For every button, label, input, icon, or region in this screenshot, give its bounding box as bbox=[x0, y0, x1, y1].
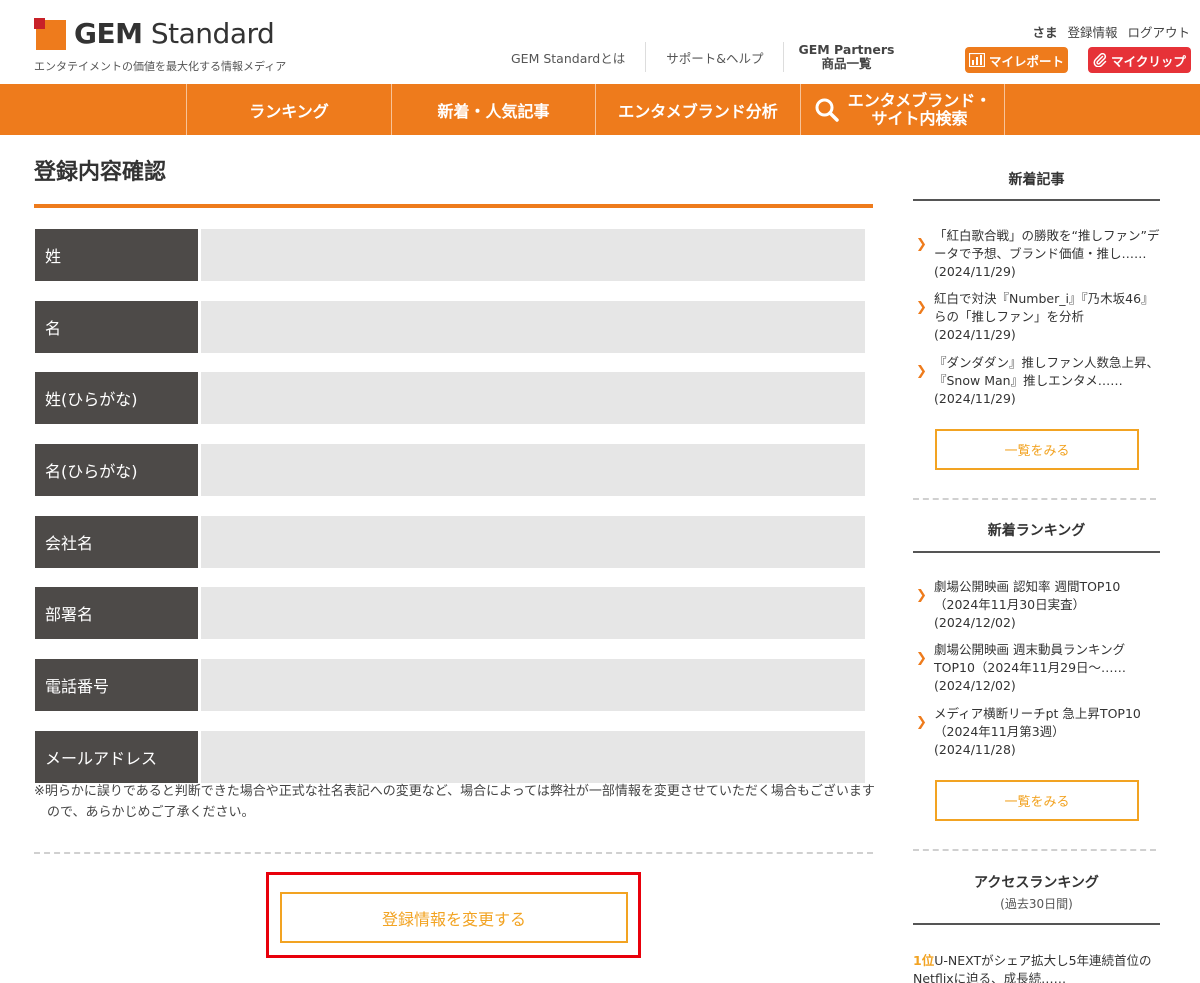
ranking-item[interactable]: ❯ 劇場公開映画 認知率 週間TOP10（2024年11月30日実査） (202… bbox=[916, 578, 1160, 632]
user-name-suffix: さま bbox=[1032, 25, 1058, 40]
article-title: 「紅白歌合戦」の勝敗を“推しファン”データで予想、ブランド価値・推し…… bbox=[934, 228, 1160, 261]
my-clip-button[interactable]: マイクリップ bbox=[1088, 47, 1191, 73]
field-label: 名 bbox=[35, 301, 198, 353]
heading-rule bbox=[913, 199, 1160, 201]
nav-site-search-text: エンタメブランド・ サイト内検索 bbox=[847, 90, 992, 128]
logo-text-rest: Standard bbox=[150, 17, 275, 50]
nav-brand-analysis[interactable]: エンタメブランド分析 bbox=[595, 84, 800, 135]
field-label: メールアドレス bbox=[35, 731, 198, 783]
registration-link[interactable]: 登録情報 bbox=[1067, 22, 1117, 41]
partners-link[interactable]: GEM Partners 商品一覧 bbox=[784, 42, 908, 72]
logo-text: GEM Standard bbox=[74, 17, 275, 50]
article-title: 『ダンダダン』推しファン人数急上昇、『Snow Man』推しエンタメ…… bbox=[934, 355, 1160, 388]
chevron-right-icon: ❯ bbox=[916, 300, 927, 315]
site-tagline: エンタテイメントの価値を最大化する情報メディア bbox=[34, 60, 287, 73]
field-value bbox=[201, 659, 865, 711]
article-date: (2024/11/29) bbox=[934, 327, 1016, 342]
partners-link-line2: 商品一覧 bbox=[821, 56, 872, 71]
chevron-right-icon: ❯ bbox=[916, 364, 927, 379]
field-label: 姓 bbox=[35, 229, 198, 281]
field-row-department: 部署名 bbox=[35, 587, 865, 639]
about-link[interactable]: GEM Standardとは bbox=[491, 42, 645, 72]
field-label: 会社名 bbox=[35, 516, 198, 568]
section-divider bbox=[34, 852, 873, 854]
page-title: 登録内容確認 bbox=[34, 160, 167, 185]
field-row-last-name-kana: 姓(ひらがな) bbox=[35, 372, 865, 424]
chevron-right-icon: ❯ bbox=[916, 588, 927, 603]
ranking-item[interactable]: ❯ メディア横断リーチpt 急上昇TOP10（2024年11月第3週） (202… bbox=[916, 705, 1160, 759]
field-value bbox=[201, 516, 865, 568]
article-item[interactable]: ❯ 『ダンダダン』推しファン人数急上昇、『Snow Man』推しエンタメ…… (… bbox=[916, 354, 1160, 408]
field-value bbox=[201, 587, 865, 639]
field-row-first-name: 名 bbox=[35, 301, 865, 353]
view-all-articles-button[interactable]: 一覧をみる bbox=[935, 429, 1139, 470]
article-title: 紅白で対決『Number_i』『乃木坂46』らの「推しファン」を分析 bbox=[934, 291, 1154, 324]
field-value bbox=[201, 731, 865, 783]
access-ranking-period: (過去30日間) bbox=[1000, 897, 1073, 911]
chevron-right-icon: ❯ bbox=[916, 651, 927, 666]
nav-ranking[interactable]: ランキング bbox=[186, 84, 391, 135]
field-value bbox=[201, 301, 865, 353]
site-logo[interactable]: GEM Standard bbox=[34, 17, 275, 50]
field-value bbox=[201, 444, 865, 496]
nav-new-articles[interactable]: 新着・人気記事 bbox=[391, 84, 595, 135]
nav-site-search-line1: エンタメブランド・ bbox=[847, 90, 992, 110]
sidebar-divider bbox=[913, 498, 1156, 500]
ranking-date: (2024/11/28) bbox=[934, 742, 1016, 757]
nav-site-search[interactable]: エンタメブランド・ サイト内検索 bbox=[800, 84, 1005, 135]
bar-chart-icon bbox=[968, 53, 985, 67]
new-rankings-heading: 新着ランキング bbox=[987, 523, 1086, 539]
ranking-date: (2024/12/02) bbox=[934, 615, 1016, 630]
field-row-last-name: 姓 bbox=[35, 229, 865, 281]
logo-text-bold: GEM bbox=[74, 17, 143, 50]
my-clip-label: マイクリップ bbox=[1111, 53, 1186, 69]
article-date: (2024/11/29) bbox=[934, 264, 1016, 279]
search-icon bbox=[815, 98, 839, 122]
sidebar-divider bbox=[913, 849, 1156, 851]
my-report-label: マイレポート bbox=[988, 53, 1064, 69]
access-ranking-title: U-NEXTがシェア拡大し5年連続首位のNetflixに迫る、成長続…… bbox=[913, 953, 1152, 983]
site-header: GEM Standard エンタテイメントの価値を最大化する情報メディア GEM… bbox=[0, 0, 1200, 84]
ranking-title: 劇場公開映画 週末動員ランキングTOP10（2024年11月29日〜…… bbox=[934, 642, 1127, 675]
logout-link[interactable]: ログアウト bbox=[1127, 22, 1190, 41]
nav-site-search-line2: サイト内検索 bbox=[871, 108, 968, 128]
rank-badge: 1位 bbox=[913, 953, 935, 968]
article-item[interactable]: ❯ 「紅白歌合戦」の勝敗を“推しファン”データで予想、ブランド価値・推し…… (… bbox=[916, 227, 1160, 281]
access-ranking-item[interactable]: 1位U-NEXTがシェア拡大し5年連続首位のNetflixに迫る、成長続…… bbox=[913, 952, 1160, 983]
ranking-title: メディア横断リーチpt 急上昇TOP10（2024年11月第3週） bbox=[934, 706, 1141, 739]
ranking-title: 劇場公開映画 認知率 週間TOP10（2024年11月30日実査） bbox=[934, 579, 1121, 612]
field-label: 姓(ひらがな) bbox=[35, 372, 198, 424]
header-nav: GEM Standardとは サポート&ヘルプ GEM Partners 商品一… bbox=[491, 42, 908, 72]
heading-rule bbox=[913, 551, 1160, 553]
field-row-phone: 電話番号 bbox=[35, 659, 865, 711]
ranking-item[interactable]: ❯ 劇場公開映画 週末動員ランキングTOP10（2024年11月29日〜…… (… bbox=[916, 641, 1160, 695]
change-registration-button[interactable]: 登録情報を変更する bbox=[280, 892, 628, 943]
field-row-company: 会社名 bbox=[35, 516, 865, 568]
field-label: 部署名 bbox=[35, 587, 198, 639]
field-row-email: メールアドレス bbox=[35, 731, 865, 783]
view-all-rankings-button[interactable]: 一覧をみる bbox=[935, 780, 1139, 821]
field-label: 電話番号 bbox=[35, 659, 198, 711]
my-report-button[interactable]: マイレポート bbox=[965, 47, 1068, 73]
access-ranking-heading: アクセスランキング bbox=[974, 875, 1099, 891]
ranking-date: (2024/12/02) bbox=[934, 678, 1016, 693]
field-value bbox=[201, 372, 865, 424]
support-link[interactable]: サポート&ヘルプ bbox=[646, 42, 783, 72]
article-date: (2024/11/29) bbox=[934, 391, 1016, 406]
partners-link-line1: GEM Partners bbox=[798, 42, 895, 57]
field-value bbox=[201, 229, 865, 281]
field-row-first-name-kana: 名(ひらがな) bbox=[35, 444, 865, 496]
chevron-right-icon: ❯ bbox=[916, 237, 927, 252]
field-label: 名(ひらがな) bbox=[35, 444, 198, 496]
main-navbar: ランキング 新着・人気記事 エンタメブランド分析 エンタメブランド・ サイト内検… bbox=[0, 84, 1200, 135]
heading-rule bbox=[913, 923, 1160, 925]
title-underline bbox=[34, 204, 873, 208]
new-articles-heading: 新着記事 bbox=[1008, 172, 1065, 188]
disclaimer-note: ※明らかに誤りであると判断できた場合や正式な社名表記への変更など、場合によっては… bbox=[34, 784, 875, 820]
paperclip-icon bbox=[1093, 53, 1107, 67]
article-item[interactable]: ❯ 紅白で対決『Number_i』『乃木坂46』らの「推しファン」を分析 (20… bbox=[916, 290, 1160, 344]
user-links: さま 登録情報 ログアウト bbox=[1032, 22, 1190, 41]
chevron-right-icon: ❯ bbox=[916, 715, 927, 730]
logo-mark-icon bbox=[34, 18, 66, 50]
